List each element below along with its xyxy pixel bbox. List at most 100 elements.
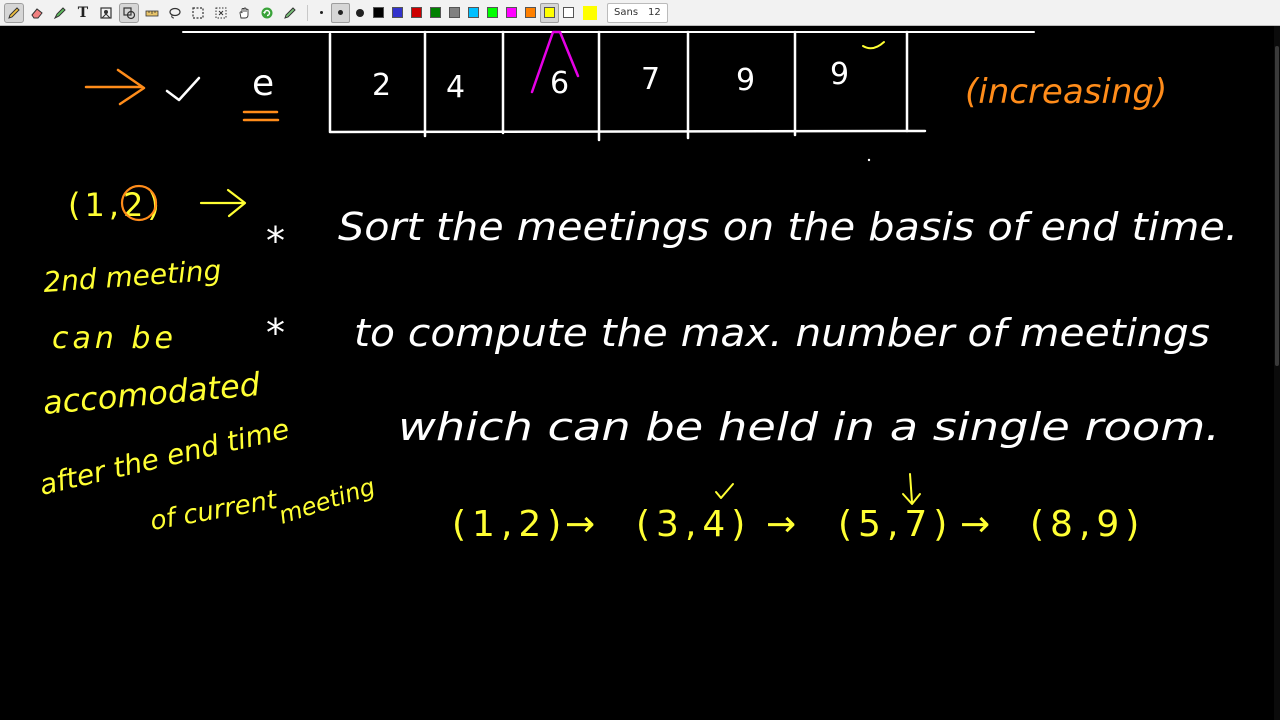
chain-arrow-2: → bbox=[960, 504, 990, 545]
pair-start-arrow bbox=[199, 188, 247, 218]
current-color-swatch bbox=[582, 5, 597, 20]
scrollbar-thumb[interactable] bbox=[1275, 46, 1279, 366]
color-swatch-fill bbox=[411, 7, 422, 18]
thickness-medium[interactable] bbox=[331, 2, 350, 23]
bullet-2-line-2: which can be held in a single room. bbox=[398, 405, 1220, 449]
lasso-tool[interactable] bbox=[165, 3, 185, 23]
color-swatch-1[interactable] bbox=[388, 3, 407, 23]
color-swatch-fill bbox=[563, 7, 574, 18]
thickness-thick-icon bbox=[355, 8, 364, 17]
side-note-line-3: accomodated bbox=[41, 365, 262, 422]
color-swatch-6[interactable] bbox=[483, 3, 502, 23]
undo-icon bbox=[261, 7, 273, 18]
drawing-canvas[interactable]: e 2 4 6 7 9 9 (increasing) (1,2) 2nd mee… bbox=[0, 26, 1280, 720]
array-cell-2: 6 bbox=[550, 66, 569, 101]
text-icon: T bbox=[77, 4, 89, 21]
lasso-icon bbox=[169, 7, 181, 18]
chain-arrow-0: → bbox=[565, 504, 595, 545]
orange-arrow bbox=[84, 68, 146, 106]
thickness-medium-icon bbox=[338, 10, 343, 15]
eraser-tool[interactable] bbox=[27, 3, 47, 23]
color-swatch-10[interactable] bbox=[559, 3, 578, 23]
chain-arrow-1: → bbox=[766, 504, 796, 545]
array-label-e: e bbox=[252, 63, 274, 104]
color-swatch-fill bbox=[392, 7, 403, 18]
color-swatch-5[interactable] bbox=[464, 3, 483, 23]
color-swatch-2[interactable] bbox=[407, 3, 426, 23]
array-cell-4: 9 bbox=[736, 63, 755, 98]
toolbar-separator bbox=[307, 4, 308, 21]
vertical-scrollbar[interactable] bbox=[1274, 26, 1280, 720]
image-icon bbox=[100, 6, 112, 19]
array-cell-5: 9 bbox=[830, 57, 849, 92]
current-color[interactable] bbox=[580, 3, 599, 23]
side-note-line-5: of current bbox=[148, 485, 280, 537]
rect-select-tool[interactable] bbox=[188, 3, 208, 23]
color-swatch-4[interactable] bbox=[445, 3, 464, 23]
pen-icon bbox=[8, 6, 20, 19]
font-size: 12 bbox=[648, 7, 661, 18]
color-swatch-fill bbox=[430, 7, 441, 18]
pen-tool[interactable] bbox=[4, 2, 24, 23]
array-cell-3: 7 bbox=[641, 62, 660, 97]
color-swatch-7[interactable] bbox=[502, 3, 521, 23]
increasing-note: (increasing) bbox=[965, 72, 1167, 112]
text-tool[interactable]: T bbox=[73, 3, 93, 23]
rect-select-icon bbox=[192, 6, 204, 19]
region-select-tool[interactable] bbox=[211, 3, 231, 23]
default-pen-icon bbox=[284, 6, 296, 19]
check-mark bbox=[165, 76, 201, 102]
hand-icon bbox=[239, 7, 249, 18]
chain-down-arrow bbox=[902, 473, 921, 505]
color-swatch-8[interactable] bbox=[521, 3, 540, 23]
color-swatch-fill bbox=[468, 7, 479, 18]
chain-item-0: (1,2) bbox=[452, 504, 567, 545]
yellow-tick bbox=[862, 41, 885, 50]
color-palette bbox=[369, 2, 578, 23]
font-name: Sans bbox=[614, 7, 639, 18]
default-pen-tool[interactable] bbox=[280, 3, 300, 23]
color-swatch-fill bbox=[506, 7, 517, 18]
highlighter-tool[interactable] bbox=[50, 3, 70, 23]
highlighter-icon bbox=[53, 6, 66, 19]
thickness-fine-icon bbox=[320, 11, 323, 14]
stray-dot bbox=[867, 158, 871, 162]
color-swatch-fill bbox=[487, 7, 498, 18]
color-swatch-fill bbox=[525, 7, 536, 18]
bullet-2-star: * bbox=[266, 311, 285, 355]
thickness-thick[interactable] bbox=[350, 3, 369, 23]
side-note: 2nd meeting can be accomodated after the… bbox=[36, 254, 378, 537]
eraser-icon bbox=[31, 7, 43, 18]
thickness-fine[interactable] bbox=[312, 3, 331, 23]
shape-tool[interactable] bbox=[119, 2, 139, 23]
region-select-icon bbox=[215, 7, 227, 18]
hand-tool[interactable] bbox=[234, 3, 254, 23]
ruler-tool[interactable] bbox=[142, 3, 162, 23]
ink-layer: e 2 4 6 7 9 9 (increasing) (1,2) 2nd mee… bbox=[36, 30, 1238, 545]
ruler-icon bbox=[145, 10, 159, 16]
bullet-1-text: Sort the meetings on the basis of end ti… bbox=[338, 205, 1238, 249]
side-note-line-2: can be bbox=[52, 321, 177, 356]
meeting-chain: (1,2) → (3,4) → (5,7) → (8,9) bbox=[452, 473, 1145, 545]
font-selector[interactable]: Sans 12 bbox=[607, 2, 668, 23]
chain-item-3: (8,9) bbox=[1030, 504, 1145, 545]
color-swatch-fill bbox=[373, 7, 384, 18]
chain-item-1: (3,4) bbox=[636, 504, 751, 545]
bullet-2-line-1: to compute the max. number of meetings bbox=[354, 311, 1210, 355]
undo-tool[interactable] bbox=[257, 3, 277, 23]
bullet-1-star: * bbox=[266, 219, 285, 263]
pair-start: (1,2) bbox=[68, 186, 164, 224]
toolbar: T Sans 12 bbox=[0, 0, 1280, 26]
side-note-line-6: meeting bbox=[275, 472, 378, 529]
shape-recognizer-icon bbox=[123, 6, 136, 19]
chain-item-2: (5,7) bbox=[838, 504, 953, 545]
side-note-line-1: 2nd meeting bbox=[42, 254, 222, 299]
array-cell-1: 4 bbox=[446, 70, 465, 105]
array-cell-0: 2 bbox=[372, 68, 391, 103]
color-swatch-0[interactable] bbox=[369, 3, 388, 23]
color-swatch-fill bbox=[544, 7, 555, 18]
image-tool[interactable] bbox=[96, 3, 116, 23]
color-swatch-3[interactable] bbox=[426, 3, 445, 23]
color-swatch-fill bbox=[449, 7, 460, 18]
color-swatch-9[interactable] bbox=[540, 2, 559, 23]
